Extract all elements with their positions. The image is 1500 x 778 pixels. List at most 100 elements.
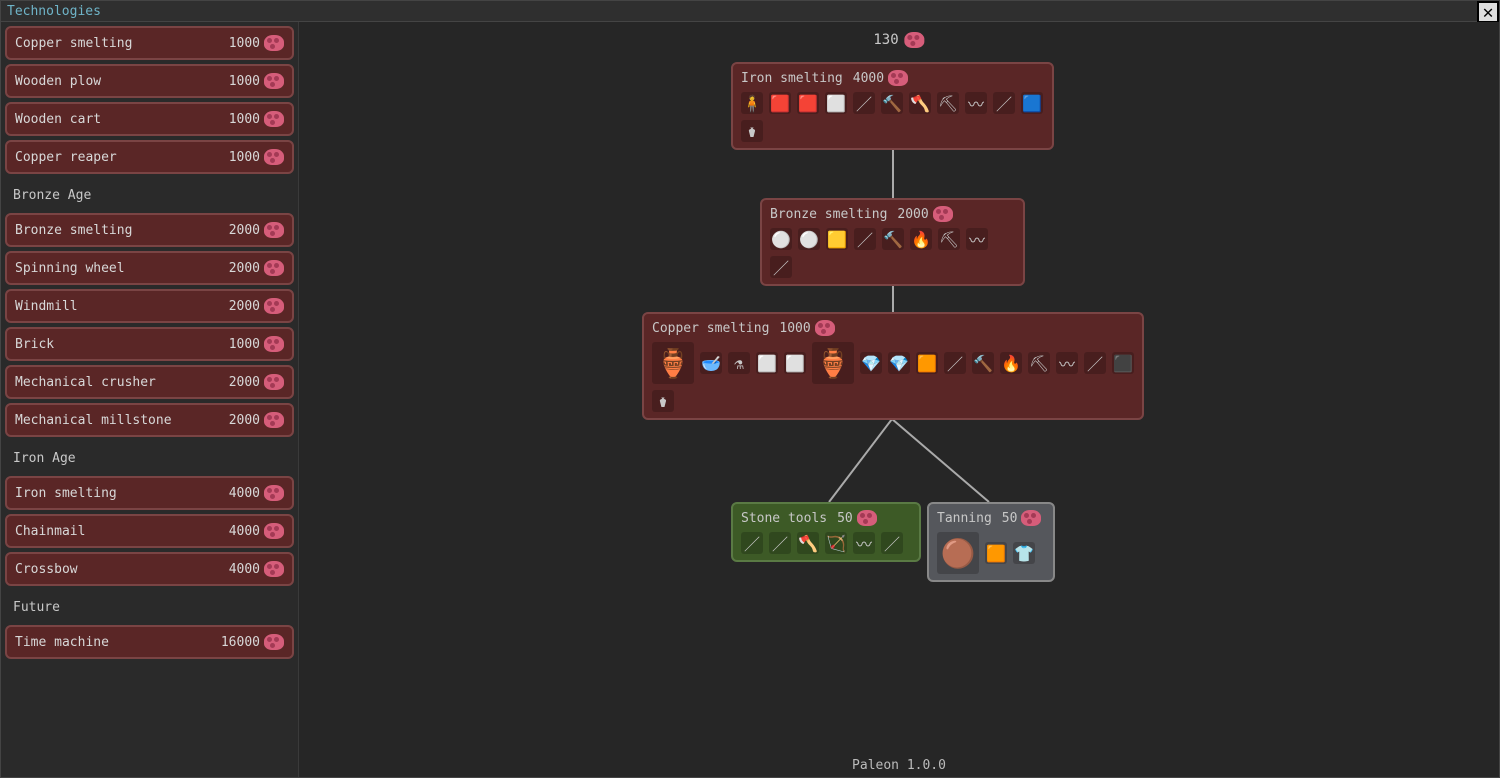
tech-item-name: Iron smelting: [15, 486, 117, 501]
big-furnace-icon: 🏺: [812, 342, 854, 384]
tech-item-cost: 1000: [229, 111, 284, 127]
tech-item-cost: 2000: [229, 298, 284, 314]
tech-item-cost: 4000: [229, 523, 284, 539]
node-header: Stone tools 50: [741, 510, 911, 526]
knife-icon: ／: [770, 256, 792, 278]
tech-item-cost: 16000: [221, 634, 284, 650]
close-button[interactable]: ✕: [1477, 1, 1499, 23]
pickaxe-icon: ⛏: [1028, 352, 1050, 374]
research-points-value: 130: [873, 32, 898, 48]
tech-node-tanning[interactable]: Tanning 50 🟤🟧👕: [927, 502, 1055, 582]
tech-item-cost: 1000: [229, 336, 284, 352]
scythe-icon: 〰: [853, 532, 875, 554]
tech-list-item[interactable]: Spinning wheel 2000: [5, 251, 294, 285]
kiln-icon: 🏺: [652, 342, 694, 384]
research-points-display: 130: [873, 32, 924, 48]
tech-list-item[interactable]: Time machine 16000: [5, 625, 294, 659]
tech-list-item[interactable]: Crossbow4000: [5, 552, 294, 586]
tech-list-item[interactable]: Copper reaper 1000: [5, 140, 294, 174]
axe-icon: 🪓: [909, 92, 931, 114]
node-title: Stone tools: [741, 511, 827, 526]
node-items: 🧍🟥🟥⬜／🔨🪓⛏〰／🟦⚱: [741, 92, 1044, 142]
stone-axe-icon: 🪓: [797, 532, 819, 554]
brain-icon: [264, 111, 284, 127]
tech-node-copper-smelting[interactable]: Copper smelting 1000 🏺🥣⚗⬜⬜🏺💎💎🟧／🔨🔥⛏〰／⬛⚱: [642, 312, 1144, 420]
brain-icon: [264, 298, 284, 314]
tech-list-item[interactable]: Bronze smelting2000: [5, 213, 294, 247]
brain-icon: [815, 320, 835, 336]
tech-list-item[interactable]: Copper smelting1000: [5, 26, 294, 60]
tech-list-item[interactable]: Chainmail4000: [5, 514, 294, 548]
tech-tree-view[interactable]: 130 Iron smelting 4000 🧍🟥🟥⬜／🔨🪓⛏〰／🟦⚱: [299, 22, 1499, 777]
spear-icon: ／: [741, 532, 763, 554]
node-cost: 4000: [853, 70, 908, 86]
small-furnace-icon: ⚱: [652, 390, 674, 412]
tech-item-name: Mechanical crusher: [15, 375, 156, 390]
tech-list-item[interactable]: Windmill 2000: [5, 289, 294, 323]
pickaxe-icon: ⛏: [937, 92, 959, 114]
gold-ingot-icon: 🟨: [826, 228, 848, 250]
tech-list-item[interactable]: Iron smelting 4000: [5, 476, 294, 510]
tech-item-name: Windmill: [15, 299, 78, 314]
hammer-icon: 🔨: [881, 92, 903, 114]
node-header: Copper smelting 1000: [652, 320, 1134, 336]
brain-icon: [933, 206, 953, 222]
tech-item-cost: 1000: [229, 73, 284, 89]
tech-item-name: Wooden cart: [15, 112, 101, 127]
age-header: Future: [5, 590, 294, 625]
brain-icon: [264, 374, 284, 390]
tree-connector: [892, 142, 894, 199]
tech-item-cost: 2000: [229, 222, 284, 238]
coal-icon: ⬛: [1112, 352, 1134, 374]
stone-icon: ⬜: [756, 352, 778, 374]
tech-list-item[interactable]: Wooden plow1000: [5, 64, 294, 98]
teal-ore-icon: 💎: [860, 352, 882, 374]
tech-node-iron-smelting[interactable]: Iron smelting 4000 🧍🟥🟥⬜／🔨🪓⛏〰／🟦⚱: [731, 62, 1054, 150]
mortar-icon: ⚗: [728, 352, 750, 374]
hammer-icon: 🔨: [882, 228, 904, 250]
torch-icon: 🔥: [1000, 352, 1022, 374]
tech-node-bronze-smelting[interactable]: Bronze smelting 2000 ⚪⚪🟨／🔨🔥⛏〰／: [760, 198, 1025, 286]
brain-icon: [888, 70, 908, 86]
spear-icon: ／: [944, 352, 966, 374]
node-title: Bronze smelting: [770, 207, 887, 222]
tech-list-item[interactable]: Mechanical millstone 2000: [5, 403, 294, 437]
tech-list-sidebar[interactable]: Copper smelting1000 Wooden plow1000 Wooden…: [1, 22, 299, 777]
pickaxe-icon: ⛏: [938, 228, 960, 250]
node-cost: 50: [837, 510, 877, 526]
tree-connector: [639, 419, 1159, 504]
tech-node-stone-tools[interactable]: Stone tools 50 ／／🪓🏹〰／: [731, 502, 921, 562]
knife-icon: ／: [993, 92, 1015, 114]
brain-icon: [264, 523, 284, 539]
tech-item-name: Time machine: [15, 635, 109, 650]
brain-icon: [264, 412, 284, 428]
tech-item-name: Spinning wheel: [15, 261, 125, 276]
spear-icon: ／: [854, 228, 876, 250]
tech-item-name: Copper reaper: [15, 150, 117, 165]
crucible-icon: 🥣: [700, 352, 722, 374]
node-items: ⚪⚪🟨／🔨🔥⛏〰／: [770, 228, 1015, 278]
node-cost: 1000: [779, 320, 834, 336]
tech-list-item[interactable]: Mechanical crusher2000: [5, 365, 294, 399]
brain-icon: [264, 35, 284, 51]
stone-spear-icon: ／: [769, 532, 791, 554]
brain-icon: [264, 634, 284, 650]
shirt-icon: 👕: [1013, 542, 1035, 564]
node-title: Tanning: [937, 511, 992, 526]
tanning-tub-icon: 🟤: [937, 532, 979, 574]
brain-icon: [264, 336, 284, 352]
tech-item-name: Mechanical millstone: [15, 413, 172, 428]
copper-ingot-icon: 🟧: [916, 352, 938, 374]
brain-icon: [264, 149, 284, 165]
tech-item-cost: 2000: [229, 260, 284, 276]
leather-icon: 🟧: [985, 542, 1007, 564]
tech-list-item[interactable]: Wooden cart 1000: [5, 102, 294, 136]
tech-item-name: Brick: [15, 337, 54, 352]
tech-list-item[interactable]: Brick 1000: [5, 327, 294, 361]
node-title: Iron smelting: [741, 71, 843, 86]
tech-item-cost: 2000: [229, 412, 284, 428]
hammer-icon: 🔨: [972, 352, 994, 374]
tech-item-cost: 4000: [229, 485, 284, 501]
tech-item-cost: 1000: [229, 149, 284, 165]
tech-item-name: Crossbow: [15, 562, 78, 577]
